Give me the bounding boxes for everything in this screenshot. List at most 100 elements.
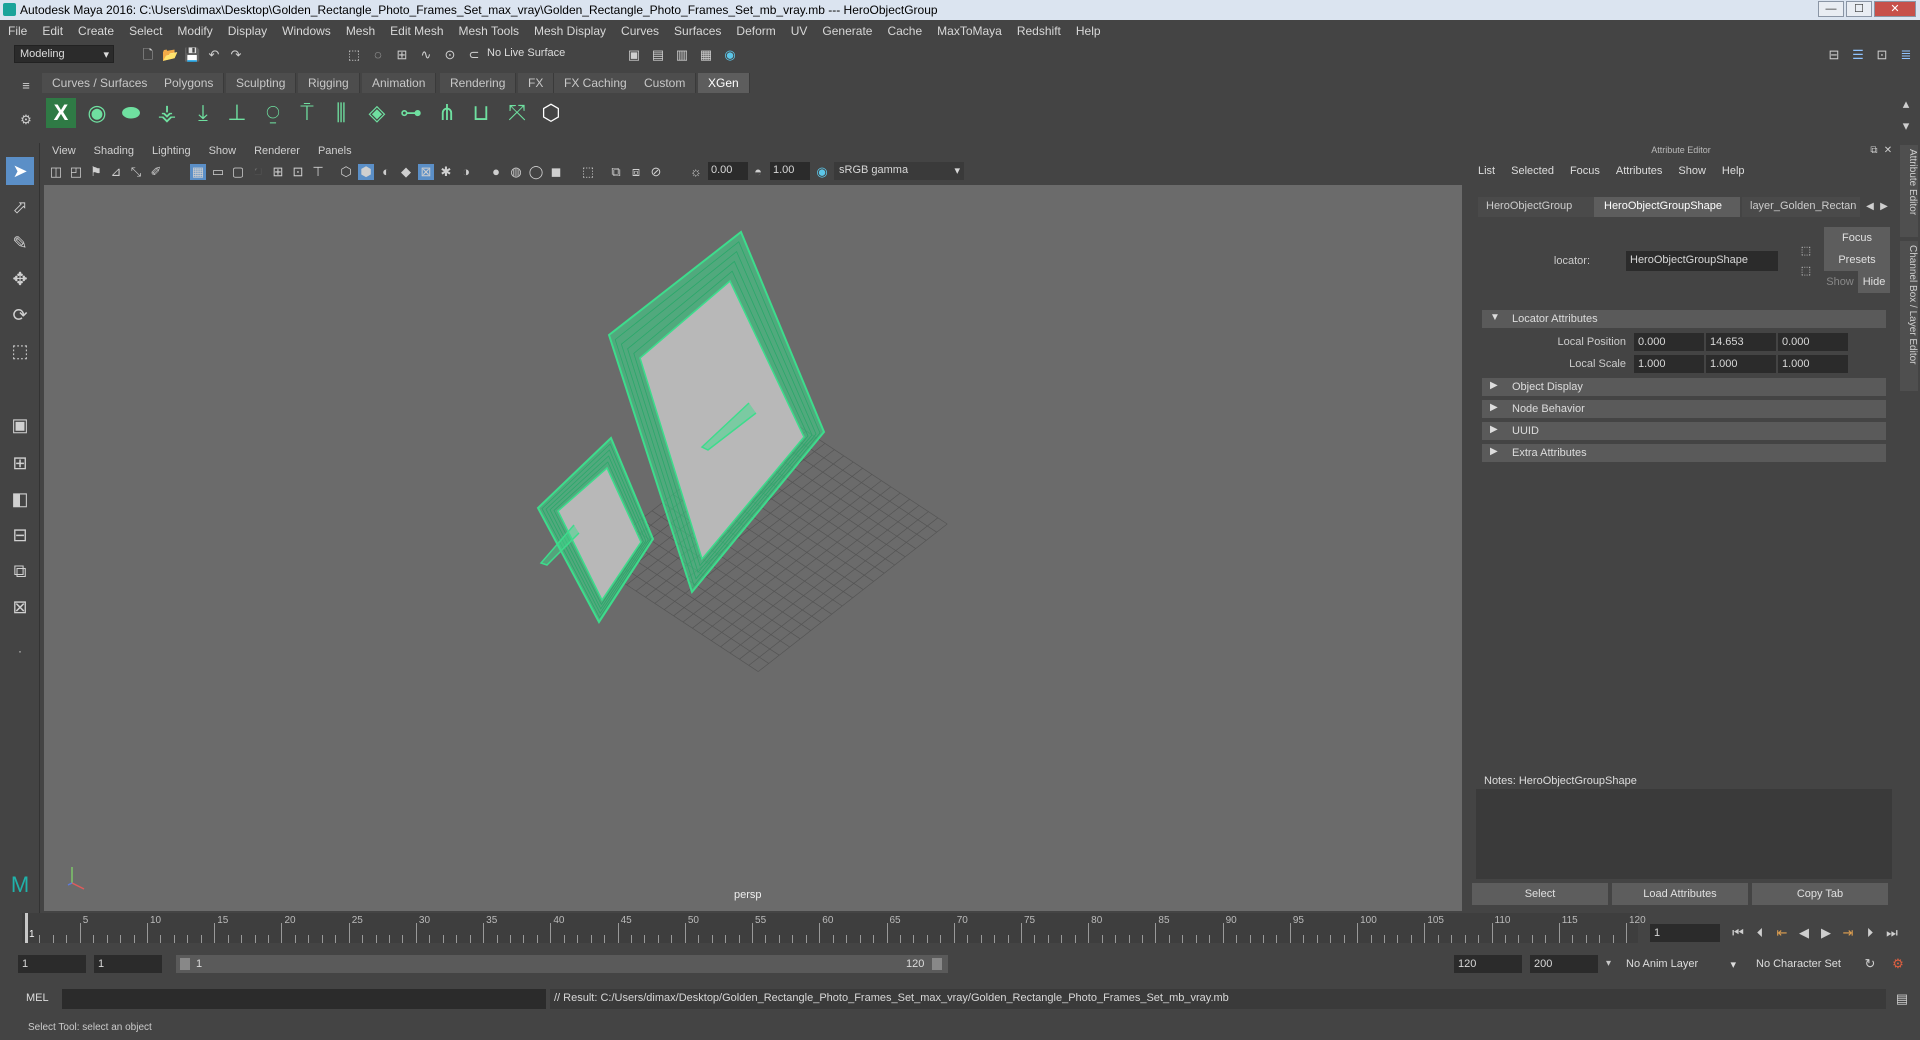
go-to-start-icon[interactable]: ⏮ [1730, 925, 1746, 941]
menu-deform[interactable]: Deform [728, 20, 782, 38]
grid-toggle-icon[interactable]: ▦ [190, 164, 206, 180]
script-editor-icon[interactable]: ▤ [1894, 991, 1910, 1007]
snap-curve-icon[interactable]: ∿ [418, 47, 434, 63]
shelf-tab-rendering[interactable]: Rendering [440, 73, 517, 93]
panel-menu-view[interactable]: View [42, 143, 84, 157]
four-view-layout-icon[interactable]: ⊞ [6, 449, 34, 477]
ae-select-button[interactable]: Select [1472, 883, 1608, 905]
xray-icon[interactable]: ⊠ [418, 164, 434, 180]
xgen-rebuild-guide-icon[interactable]: ⍜ [258, 98, 288, 128]
range-end-handle[interactable] [932, 958, 942, 970]
undo-icon[interactable]: ↶ [206, 47, 222, 63]
safe-action-icon[interactable]: ⊡ [290, 164, 306, 180]
persp-graph-layout-icon[interactable]: ⊟ [6, 521, 34, 549]
menu-mesh[interactable]: Mesh [338, 20, 382, 38]
step-back-frame-icon[interactable]: ⏴ [1752, 925, 1768, 941]
xgen-normalize-guide-icon[interactable]: ⫼ [326, 98, 356, 128]
single-perspective-layout-icon[interactable]: ▣ [6, 411, 34, 439]
tool-settings-icon[interactable]: ⊡ [1874, 47, 1890, 63]
select-hierarchy-icon[interactable]: ⬚ [346, 47, 362, 63]
menu-create[interactable]: Create [70, 20, 121, 38]
shelf-tab-polygons[interactable]: Polygons [154, 73, 225, 93]
small-photo-frame[interactable] [536, 436, 655, 624]
safe-title-icon[interactable]: ⊤ [310, 164, 326, 180]
xray-active-icon[interactable]: ⧈ [628, 164, 644, 180]
smooth-shade-icon[interactable]: ⬢ [358, 164, 374, 180]
shelf-scroll-up-icon[interactable]: ▴ [1898, 96, 1914, 112]
backface-culling-icon[interactable]: ⊘ [648, 164, 664, 180]
menu-cache[interactable]: Cache [879, 20, 929, 38]
exposure-field[interactable]: 0.00 [708, 162, 748, 180]
menu-curves[interactable]: Curves [613, 20, 666, 38]
chevron-down-icon[interactable]: ▾ [1606, 958, 1611, 969]
xgen-place-guide-icon[interactable]: ⚶ [152, 98, 182, 128]
load-attributes-button[interactable]: Load Attributes [1612, 883, 1748, 905]
persp-uv-layout-icon[interactable]: ⊠ [6, 593, 34, 621]
shelf-scroll-down-icon[interactable]: ▾ [1898, 118, 1914, 134]
bookmark-icon[interactable]: ⚑ [88, 164, 104, 180]
panel-menu-shading[interactable]: Shading [84, 143, 142, 157]
live-surface-field[interactable]: No Live Surface [482, 45, 578, 63]
play-backwards-icon[interactable]: ◀ [1796, 925, 1812, 941]
panel-menu-panels[interactable]: Panels [308, 143, 360, 157]
shelf-menu-icon[interactable]: ≡ [18, 78, 34, 94]
local-scale-y[interactable]: 1.000 [1706, 355, 1776, 373]
ae-menu-show[interactable]: Show [1678, 165, 1706, 177]
xgen-delete-icon[interactable]: ⤧ [502, 98, 532, 128]
xgen-editor-icon[interactable]: X [46, 98, 76, 128]
shelf-tab-custom[interactable]: Custom [634, 73, 697, 93]
shelf-tab-fx[interactable]: FX [518, 73, 555, 93]
side-tab-channel-box[interactable]: Channel Box / Layer Editor [1900, 241, 1918, 391]
motion-blur-icon[interactable]: ◍ [508, 164, 524, 180]
scale-tool-icon[interactable]: ⬚ [6, 337, 34, 365]
screen-space-ao-icon[interactable]: ● [488, 164, 504, 180]
play-forwards-icon[interactable]: ▶ [1818, 925, 1834, 941]
character-set-dropdown[interactable]: No Character Set [1750, 956, 1874, 974]
textured-icon[interactable]: ◆ [398, 164, 414, 180]
wireframe-icon[interactable]: ⬡ [338, 164, 354, 180]
image-plane-icon[interactable]: ⊿ [108, 164, 124, 180]
field-chart-icon[interactable]: ⊞ [270, 164, 286, 180]
local-position-x[interactable]: 0.000 [1634, 333, 1704, 351]
xgen-interactive-groom-icon[interactable]: ⊔ [466, 98, 496, 128]
minimize-button[interactable]: — [1818, 1, 1844, 17]
snap-point-icon[interactable]: ⊙ [442, 47, 458, 63]
ae-tab-heroobjectgroupshape[interactable]: HeroObjectGroupShape [1594, 197, 1740, 217]
section-extra-attributes[interactable]: ▶ Extra Attributes [1482, 444, 1886, 462]
film-gate-icon[interactable]: ▭ [210, 164, 226, 180]
close-panel-icon[interactable]: ✕ [1880, 143, 1896, 159]
redo-icon[interactable]: ↷ [228, 47, 244, 63]
more-layouts-icon[interactable]: · [6, 637, 34, 665]
snap-grid-icon[interactable]: ⊞ [394, 47, 410, 63]
range-bar[interactable]: 1 120 [176, 955, 948, 973]
presets-button[interactable]: Presets [1824, 249, 1890, 271]
render-current-icon[interactable]: ▤ [650, 47, 666, 63]
local-scale-x[interactable]: 1.000 [1634, 355, 1704, 373]
maximize-button[interactable]: ☐ [1846, 1, 1872, 17]
menu-redshift[interactable]: Redshift [1009, 20, 1068, 38]
menu-windows[interactable]: Windows [274, 20, 338, 38]
playback-end-field[interactable]: 120 [1454, 955, 1522, 973]
shadows-icon[interactable]: ◑ [458, 164, 474, 180]
channel-box-toggle-icon[interactable]: ≣ [1898, 47, 1914, 63]
anim-prefs-icon[interactable]: ⚙ [1890, 956, 1906, 972]
section-locator-attributes[interactable]: ▼ Locator Attributes [1482, 310, 1886, 328]
ae-menu-help[interactable]: Help [1722, 165, 1745, 177]
select-tool-icon[interactable]: ➤ [6, 157, 34, 185]
new-scene-icon[interactable]: 🗋 [140, 47, 156, 63]
color-management-icon[interactable]: ◉ [814, 164, 830, 180]
menu-display[interactable]: Display [220, 20, 274, 38]
xgen-sculpt-guide-icon[interactable]: ⊥ [222, 98, 252, 128]
isolate-select-icon[interactable]: ⬚ [580, 164, 596, 180]
menu-maxtomaya[interactable]: MaxToMaya [929, 20, 1009, 38]
menu-file[interactable]: File [0, 20, 34, 38]
command-input[interactable] [62, 989, 546, 1009]
xgen-hexagon-icon[interactable]: ⬡ [536, 98, 566, 128]
section-uuid[interactable]: ▶ UUID [1482, 422, 1886, 440]
gamma-icon[interactable]: ◓ [750, 164, 766, 180]
range-start-handle[interactable] [180, 958, 190, 970]
local-position-z[interactable]: 0.000 [1778, 333, 1848, 351]
step-forward-frame-icon[interactable]: ⏵ [1862, 925, 1878, 941]
depth-of-field-icon[interactable]: ◼ [548, 164, 564, 180]
ae-tab-layer[interactable]: layer_Golden_Rectan [1742, 197, 1860, 217]
